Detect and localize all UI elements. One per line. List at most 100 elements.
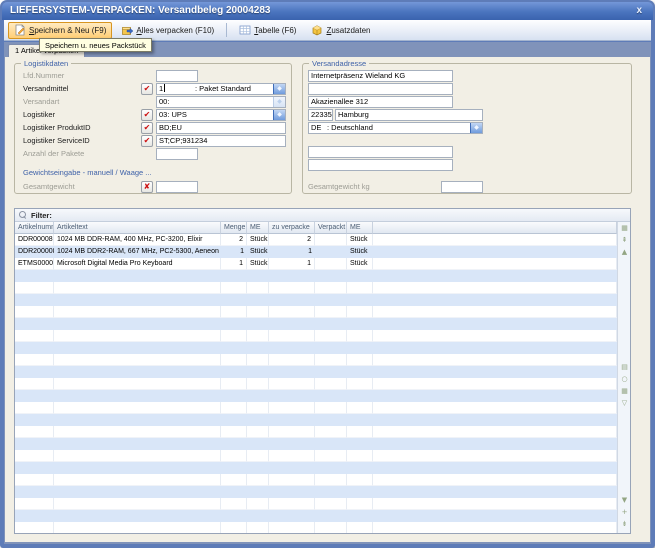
column-header-6[interactable]: Verpackt [315,222,347,234]
table-cell [347,390,373,402]
table-row[interactable] [15,378,617,390]
nav-first-icon[interactable]: ⇞ [618,235,631,245]
anzahl-pakete-label: Anzahl der Pakete [23,148,84,159]
address-extra1-field[interactable] [308,146,453,158]
table-cell [247,486,269,498]
logistiker-checkmark-icon[interactable]: ✔ [141,109,153,121]
weight-kg-field[interactable] [441,181,483,193]
table-row[interactable] [15,402,617,414]
nav-add-icon[interactable]: + [618,507,631,517]
logistiker-dropdown-icon[interactable]: ◆ [273,110,285,120]
nav-search-icon[interactable]: ○ [618,374,631,384]
save-new-icon [14,24,26,36]
address-street-field[interactable]: Akazienallee 312 [308,96,453,108]
column-header-1[interactable]: Artikelnummer [15,222,54,234]
gesamtgewicht-xmark-icon[interactable]: ✘ [141,181,153,193]
address-extra2-field[interactable] [308,159,453,171]
nav-grid-icon[interactable]: ▦ [618,386,631,396]
table-row[interactable] [15,390,617,402]
produkt-id-field[interactable]: BD;EU [156,122,286,134]
grid-scrollbar[interactable]: ▦ ⇞ ▲ ▤ ○ ▦ ▽ ▼ + ⇟ [617,222,630,533]
table-row[interactable] [15,366,617,378]
table-row[interactable] [15,450,617,462]
table-row[interactable] [15,414,617,426]
column-header-2[interactable]: Artikeltext [54,222,221,234]
table-row[interactable] [15,462,617,474]
table-cell [247,306,269,318]
table-cell [315,462,347,474]
anzahl-pakete-field[interactable] [156,148,198,160]
column-header-3[interactable]: Menge [221,222,247,234]
column-header-7[interactable]: ME [347,222,373,234]
table-row[interactable] [15,270,617,282]
address-country-combo[interactable]: DE : Deutschland ◆ [308,122,483,134]
text-cursor [164,84,165,92]
weight-section-label[interactable]: Gewichtseingabe - manuell / Waage ... [23,167,152,178]
column-header-4[interactable]: ME [247,222,269,234]
table-cell [54,282,221,294]
service-id-checkmark-icon[interactable]: ✔ [141,135,153,147]
save-new-button[interactable]: Speichern & Neu (F9) [8,22,112,39]
table-row[interactable] [15,282,617,294]
table-row[interactable] [15,510,617,522]
table-button[interactable]: Tabelle (F6) [233,22,302,39]
table-row[interactable] [15,498,617,510]
table-cell [347,342,373,354]
table-row[interactable] [15,342,617,354]
table-cell [54,318,221,330]
table-row[interactable] [15,426,617,438]
logistiker-combo[interactable]: 03: UPS ◆ [156,109,286,121]
versandmittel-dropdown-icon[interactable]: ◆ [273,84,285,94]
table-row[interactable]: ETMS00003Microsoft Digital Media Pro Key… [15,258,617,270]
nav-prev-icon[interactable]: ▲ [618,247,631,257]
table-cell [315,342,347,354]
table-cell [54,342,221,354]
table-cell: 1 [221,246,247,258]
table-cell [269,522,315,533]
table-cell: Stück [247,234,269,246]
table-cell [247,282,269,294]
table-row[interactable] [15,474,617,486]
address-zip-field[interactable]: 22335 [308,109,333,121]
produkt-id-checkmark-icon[interactable]: ✔ [141,122,153,134]
table-row[interactable] [15,330,617,342]
table-cell [247,426,269,438]
table-row[interactable] [15,486,617,498]
table-row[interactable] [15,318,617,330]
close-icon[interactable]: x [636,2,642,20]
table-cell [373,342,617,354]
address-name1-field[interactable]: Internetpräsenz Wieland KG [308,70,453,82]
table-row[interactable] [15,438,617,450]
nav-list-icon[interactable]: ▤ [618,362,631,372]
filter-bar[interactable]: Filter: [15,209,630,222]
address-name2-field[interactable] [308,83,453,95]
title-bar: LIEFERSYSTEM-VERPACKEN: Versandbeleg 200… [2,2,653,20]
nav-next-icon[interactable]: ▼ [618,495,631,505]
table-cell [247,294,269,306]
table-row[interactable] [15,522,617,533]
service-id-field[interactable]: ST;CP;931234 [156,135,286,147]
column-chooser-icon[interactable]: ▦ [618,223,631,233]
versandmittel-combo[interactable]: 1 : Paket Standard ◆ [156,83,286,95]
nav-filter-icon[interactable]: ▽ [618,398,631,408]
extra-data-button[interactable]: Zusatzdaten [305,22,376,39]
table-row[interactable] [15,354,617,366]
table-cell [15,378,54,390]
table-cell [347,354,373,366]
table-cell [269,462,315,474]
table-row[interactable]: DDR2000081024 MB DDR2-RAM, 667 MHz, PC2-… [15,246,617,258]
table-row[interactable] [15,306,617,318]
gesamtgewicht-field[interactable] [156,181,198,193]
nav-last-icon[interactable]: ⇟ [618,519,631,529]
table-row[interactable]: DDR000081024 MB DDR-RAM, 400 MHz, PC-320… [15,234,617,246]
table-cell [373,474,617,486]
country-dropdown-icon[interactable]: ◆ [470,123,482,133]
pack-all-button[interactable]: Alles verpacken (F10) [115,22,220,39]
address-city-field[interactable]: Hamburg [335,109,483,121]
versandmittel-checkmark-icon[interactable]: ✔ [141,83,153,95]
table-cell [373,294,617,306]
table-row[interactable] [15,294,617,306]
column-header-5[interactable]: zu verpacke [269,222,315,234]
country-code: DE [311,123,321,132]
lfd-nummer-field[interactable] [156,70,198,82]
